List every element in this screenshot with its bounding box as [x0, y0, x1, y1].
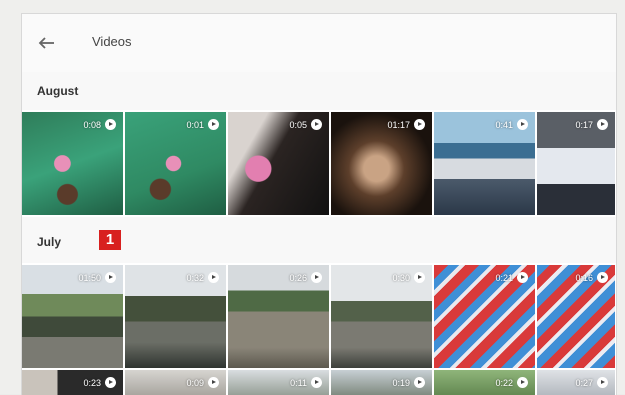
video-duration: 0:27 [575, 378, 593, 388]
video-row-august: 0:08 0:01 0:05 01:17 0:41 0:17 [22, 112, 616, 215]
video-thumbnail[interactable]: 0:09 [125, 370, 226, 395]
video-duration: 0:01 [186, 120, 204, 130]
video-duration: 0:30 [392, 273, 410, 283]
video-thumbnail[interactable]: 0:08 [22, 112, 123, 215]
video-thumbnail[interactable]: 0:32 [125, 265, 226, 368]
arrow-left-icon [38, 37, 54, 49]
video-duration: 0:32 [186, 273, 204, 283]
video-duration: 0:26 [289, 273, 307, 283]
video-duration: 0:19 [392, 378, 410, 388]
video-thumbnail[interactable]: 0:11 [228, 370, 329, 395]
video-thumbnail[interactable]: 0:19 [331, 370, 432, 395]
play-icon [208, 377, 219, 388]
play-icon [414, 272, 425, 283]
video-duration: 0:41 [495, 120, 513, 130]
video-duration: 0:09 [186, 378, 204, 388]
video-duration: 0:22 [495, 378, 513, 388]
video-thumbnail[interactable]: 0:27 [537, 370, 615, 395]
play-icon [597, 377, 608, 388]
play-icon [597, 272, 608, 283]
back-button[interactable] [34, 30, 60, 56]
annotation-badge: 1 [99, 230, 121, 250]
video-duration: 01:50 [78, 273, 101, 283]
video-duration: 0:08 [83, 120, 101, 130]
video-thumbnail[interactable]: 01:50 [22, 265, 123, 368]
play-icon [311, 272, 322, 283]
play-icon [105, 377, 116, 388]
play-icon [208, 272, 219, 283]
video-duration: 01:17 [387, 120, 410, 130]
play-icon [414, 377, 425, 388]
video-duration: 0:23 [83, 378, 101, 388]
video-duration: 0:16 [575, 273, 593, 283]
videos-screen: Videos August 0:08 0:01 0:05 01:17 0:41 … [21, 13, 617, 395]
play-icon [517, 119, 528, 130]
video-thumbnail[interactable]: 0:05 [228, 112, 329, 215]
page-title: Videos [92, 34, 132, 49]
video-row-july: 01:50 0:32 0:26 0:30 0:21 0:16 [22, 265, 616, 368]
video-thumbnail[interactable]: 0:16 [537, 265, 615, 368]
video-thumbnail[interactable]: 0:01 [125, 112, 226, 215]
video-row-more: 0:23 0:09 0:11 0:19 0:22 0:27 [22, 370, 616, 395]
play-icon [105, 119, 116, 130]
play-icon [517, 377, 528, 388]
section-label: July [37, 235, 62, 249]
play-icon [311, 119, 322, 130]
video-thumbnail[interactable]: 0:41 [434, 112, 535, 215]
play-icon [311, 377, 322, 388]
section-header-july: July 1 [22, 217, 616, 263]
play-icon [208, 119, 219, 130]
video-duration: 0:17 [575, 120, 593, 130]
video-thumbnail[interactable]: 0:21 [434, 265, 535, 368]
video-thumbnail[interactable]: 01:17 [331, 112, 432, 215]
video-duration: 0:21 [495, 273, 513, 283]
video-duration: 0:11 [290, 378, 307, 388]
play-icon [414, 119, 425, 130]
video-thumbnail[interactable]: 0:22 [434, 370, 535, 395]
section-label: August [37, 84, 79, 98]
video-thumbnail[interactable]: 0:23 [22, 370, 123, 395]
video-thumbnail[interactable]: 0:26 [228, 265, 329, 368]
play-icon [597, 119, 608, 130]
screenshot-frame: Videos August 0:08 0:01 0:05 01:17 0:41 … [0, 0, 625, 395]
play-icon [105, 272, 116, 283]
app-bar: Videos [22, 14, 616, 72]
video-thumbnail[interactable]: 0:30 [331, 265, 432, 368]
video-duration: 0:05 [289, 120, 307, 130]
video-thumbnail[interactable]: 0:17 [537, 112, 615, 215]
play-icon [517, 272, 528, 283]
section-header-august: August [22, 72, 616, 110]
